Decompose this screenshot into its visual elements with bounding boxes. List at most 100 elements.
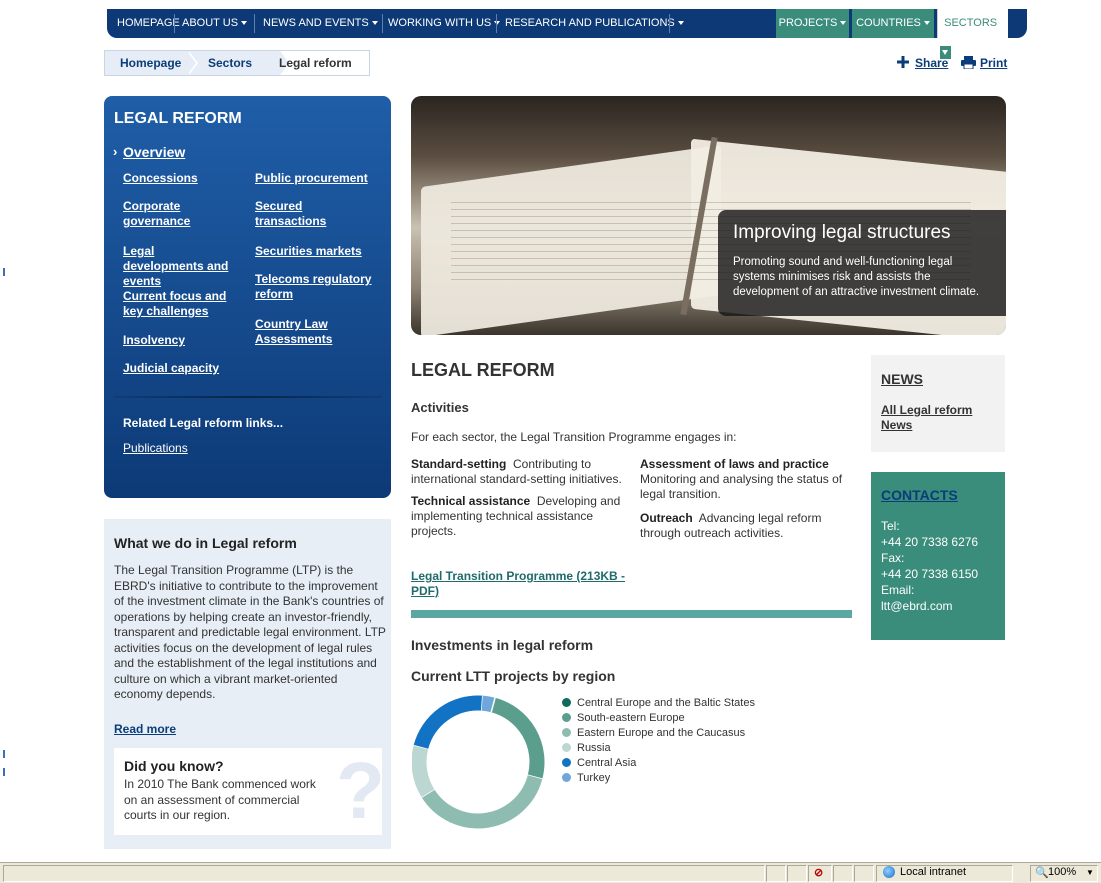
donut-slice-eastern-europe-and-the-caucasus [421,774,543,829]
legend-label: Russia [577,742,611,754]
contact-line: Tel: [881,519,900,533]
contact-email[interactable]: ltt@ebrd.com [881,599,953,614]
share-link[interactable]: Share [915,56,948,70]
print-link[interactable]: Print [980,56,1007,70]
legend-item: Russia [562,741,755,756]
hero-caption: Improving legal structures Promoting sou… [718,210,1006,316]
contacts-box: CONTACTS Tel: +44 20 7338 6276 Fax: +44 … [871,472,1005,640]
publications-link[interactable]: Publications [123,441,188,455]
hero-caption-text: Promoting sound and well-functioning leg… [733,256,980,298]
ltt-projects-donut-chart [412,695,545,829]
sidebar-item-securities-markets[interactable]: Securities markets [255,244,362,259]
contacts-title-link[interactable]: CONTACTS [881,487,958,503]
activity-item: Standard-setting Contributing to interna… [411,457,636,487]
did-you-know-title: Did you know? [124,758,224,774]
status-cell [787,865,807,882]
status-text-cell [3,865,765,882]
printer-icon[interactable] [961,56,976,69]
edge-fragment [0,768,5,776]
nav-about-us[interactable]: ABOUT US [182,9,248,38]
nav-label: PROJECTS [778,17,838,29]
status-cell [833,865,853,882]
contact-line: Email: [881,583,915,597]
did-you-know-box: ? Did you know? In 2010 The Bank commenc… [114,746,385,835]
nav-sectors[interactable]: SECTORS [937,9,1008,59]
nav-label: ABOUT US [182,17,239,29]
what-we-do-box: What we do in Legal reform The Legal Tra… [104,519,391,849]
divider [174,14,175,33]
privacy-icon[interactable]: ⊘ [814,866,823,879]
sidebar-item-concessions[interactable]: Concessions [123,171,198,186]
legend-item: Central Asia [562,756,755,771]
sidebar-item-public-procurement[interactable]: Public procurement [255,171,368,186]
legend-item: Eastern Europe and the Caucasus [562,726,755,741]
chevron-down-icon[interactable]: ▼ [1086,868,1094,877]
what-we-do-text: The Legal Transition Programme (LTP) is … [114,563,386,701]
legend-label: Turkey [577,772,611,784]
divider [254,14,255,33]
legend-label: Central Europe and the Baltic States [577,697,755,709]
donut-slice-russia [412,744,435,798]
sidebar-item-telecoms-regulatory-reform[interactable]: Telecoms regulatory reform [255,272,380,302]
sidebar-item-judicial-capacity[interactable]: Judicial capacity [123,361,219,376]
sidebar-item-corporate-governance[interactable]: Corporate governance [123,199,223,229]
plus-icon[interactable] [897,56,909,68]
all-news-link[interactable]: All Legal reform News [881,403,991,433]
nav-projects[interactable]: PROJECTS [776,9,849,38]
legend-swatch [562,758,571,767]
legend-swatch [562,698,571,707]
nav-label: WORKING WITH US [388,17,492,29]
question-mark-icon: ? [336,746,385,835]
breadcrumb-current: Legal reform [279,56,352,70]
activities-intro: For each sector, the Legal Transition Pr… [411,430,737,444]
legend-swatch [562,743,571,752]
ltp-pdf-link[interactable]: Legal Transition Programme (213KB - PDF) [411,569,631,599]
chevron-down-icon [371,21,378,26]
breadcrumb-separator [187,51,196,75]
divider [114,396,382,398]
divider [669,14,670,33]
news-title-link[interactable]: NEWS [881,371,923,387]
sidebar-item-insolvency[interactable]: Insolvency [123,333,185,348]
zoom-level: 100% [1048,866,1077,878]
sidebar-item-legal-developments[interactable]: Legal developments and events [123,244,238,289]
what-we-do-title: What we do in Legal reform [114,535,297,551]
sidebar-title: LEGAL REFORM [114,110,242,127]
read-more-link[interactable]: Read more [114,722,176,736]
contact-line: +44 20 7338 6150 [881,567,979,581]
sidebar-item-country-law-assessments[interactable]: Country Law Assessments [255,317,345,347]
breadcrumb-sectors[interactable]: Sectors [208,51,252,75]
sidebar-item-current-focus[interactable]: Current focus and key challenges [123,289,233,319]
legend-item: Turkey [562,771,755,786]
legend-item: Central Europe and the Baltic States [562,696,755,711]
nav-research-and-publications[interactable]: RESEARCH AND PUBLICATIONS [505,9,684,38]
related-links-heading: Related Legal reform links... [123,416,284,430]
top-navigation: HOMEPAGE ABOUT US NEWS AND EVENTS WORKIN… [107,9,1027,59]
nav-countries[interactable]: COUNTRIES [852,9,934,38]
nav-label: RESEARCH AND PUBLICATIONS [505,17,675,29]
contact-line: +44 20 7338 6276 [881,535,979,549]
legend-swatch [562,728,571,737]
hero-banner: Improving legal structures Promoting sou… [411,96,1006,335]
sidebar-item-overview[interactable]: Overview [123,144,185,160]
sector-menu-panel: LEGAL REFORM › Overview Concessions Corp… [104,96,391,498]
security-zone: Local intranet [900,866,967,878]
zoom-icon: 🔍 [1035,867,1049,879]
nav-homepage[interactable]: HOMEPAGE [117,9,180,38]
nav-news-and-events[interactable]: NEWS AND EVENTS [263,9,378,38]
investments-heading: Investments in legal reform [411,637,594,653]
donut-slice-south-eastern-europe [490,697,545,780]
legend-label: Central Asia [577,757,637,769]
activity-title: Standard-setting [411,457,507,471]
nav-working-with-us[interactable]: WORKING WITH US [388,9,501,38]
legend-label: Eastern Europe and the Caucasus [577,727,746,739]
sidebar-item-secured-transactions[interactable]: Secured transactions [255,199,335,229]
nav-label: SECTORS [944,17,998,29]
breadcrumb-homepage[interactable]: Homepage [120,51,181,75]
divider [382,14,383,33]
globe-icon [883,866,895,878]
status-cell [766,865,786,882]
chevron-down-icon [677,21,684,26]
activity-item: Outreach Advancing legal reform through … [640,511,840,541]
edge-fragment [0,750,5,758]
